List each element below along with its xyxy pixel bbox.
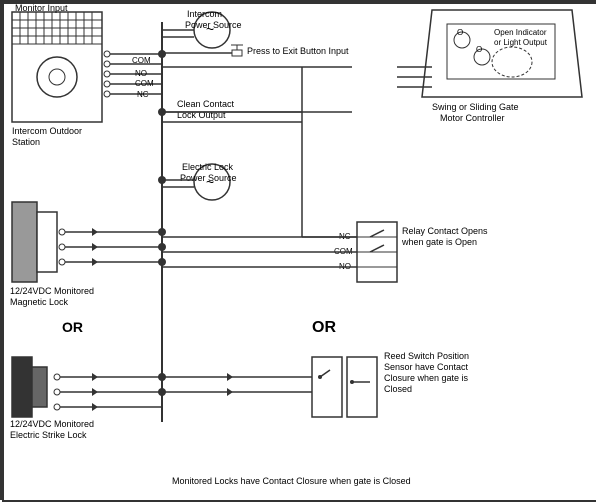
svg-text:Magnetic Lock: Magnetic Lock	[10, 297, 69, 307]
svg-text:12/24VDC Monitored: 12/24VDC Monitored	[10, 419, 94, 429]
svg-text:O: O	[457, 28, 463, 37]
svg-text:OR: OR	[62, 319, 83, 335]
svg-text:Electric Strike Lock: Electric Strike Lock	[10, 430, 87, 440]
svg-text:Closure when gate is: Closure when gate is	[384, 373, 469, 383]
svg-text:Reed Switch Position: Reed Switch Position	[384, 351, 469, 361]
svg-text:Electric Lock: Electric Lock	[182, 162, 234, 172]
svg-text:Intercom: Intercom	[187, 9, 222, 19]
svg-text:Press to Exit Button Input: Press to Exit Button Input	[247, 46, 349, 56]
svg-text:COM: COM	[132, 56, 151, 65]
wiring-diagram: Monitor Input COM NO COM NC ~ Intercom P…	[0, 0, 596, 500]
svg-text:Clean Contact: Clean Contact	[177, 99, 235, 109]
svg-text:Monitor Input: Monitor Input	[15, 3, 68, 13]
svg-text:Relay Contact Opens: Relay Contact Opens	[402, 226, 488, 236]
svg-text:NO: NO	[135, 69, 147, 78]
svg-text:OR: OR	[312, 319, 336, 336]
svg-text:or Light Output: or Light Output	[494, 38, 548, 47]
svg-text:Swing or Sliding Gate: Swing or Sliding Gate	[432, 102, 519, 112]
svg-text:Sensor have Contact: Sensor have Contact	[384, 362, 469, 372]
svg-text:when gate is Open: when gate is Open	[401, 237, 477, 247]
svg-text:Station: Station	[12, 137, 40, 147]
svg-text:Power Source: Power Source	[180, 173, 237, 183]
svg-text:Closed: Closed	[384, 384, 412, 394]
svg-text:O: O	[476, 45, 482, 54]
svg-text:Intercom Outdoor: Intercom Outdoor	[12, 126, 82, 136]
svg-text:COM: COM	[135, 79, 154, 88]
svg-text:Motor Controller: Motor Controller	[440, 113, 505, 123]
svg-text:Open Indicator: Open Indicator	[494, 28, 547, 37]
svg-text:12/24VDC Monitored: 12/24VDC Monitored	[10, 286, 94, 296]
svg-text:Monitored Locks have Contact C: Monitored Locks have Contact Closure whe…	[172, 476, 411, 486]
svg-text:Power Source: Power Source	[185, 20, 242, 30]
svg-text:NC: NC	[137, 90, 149, 99]
